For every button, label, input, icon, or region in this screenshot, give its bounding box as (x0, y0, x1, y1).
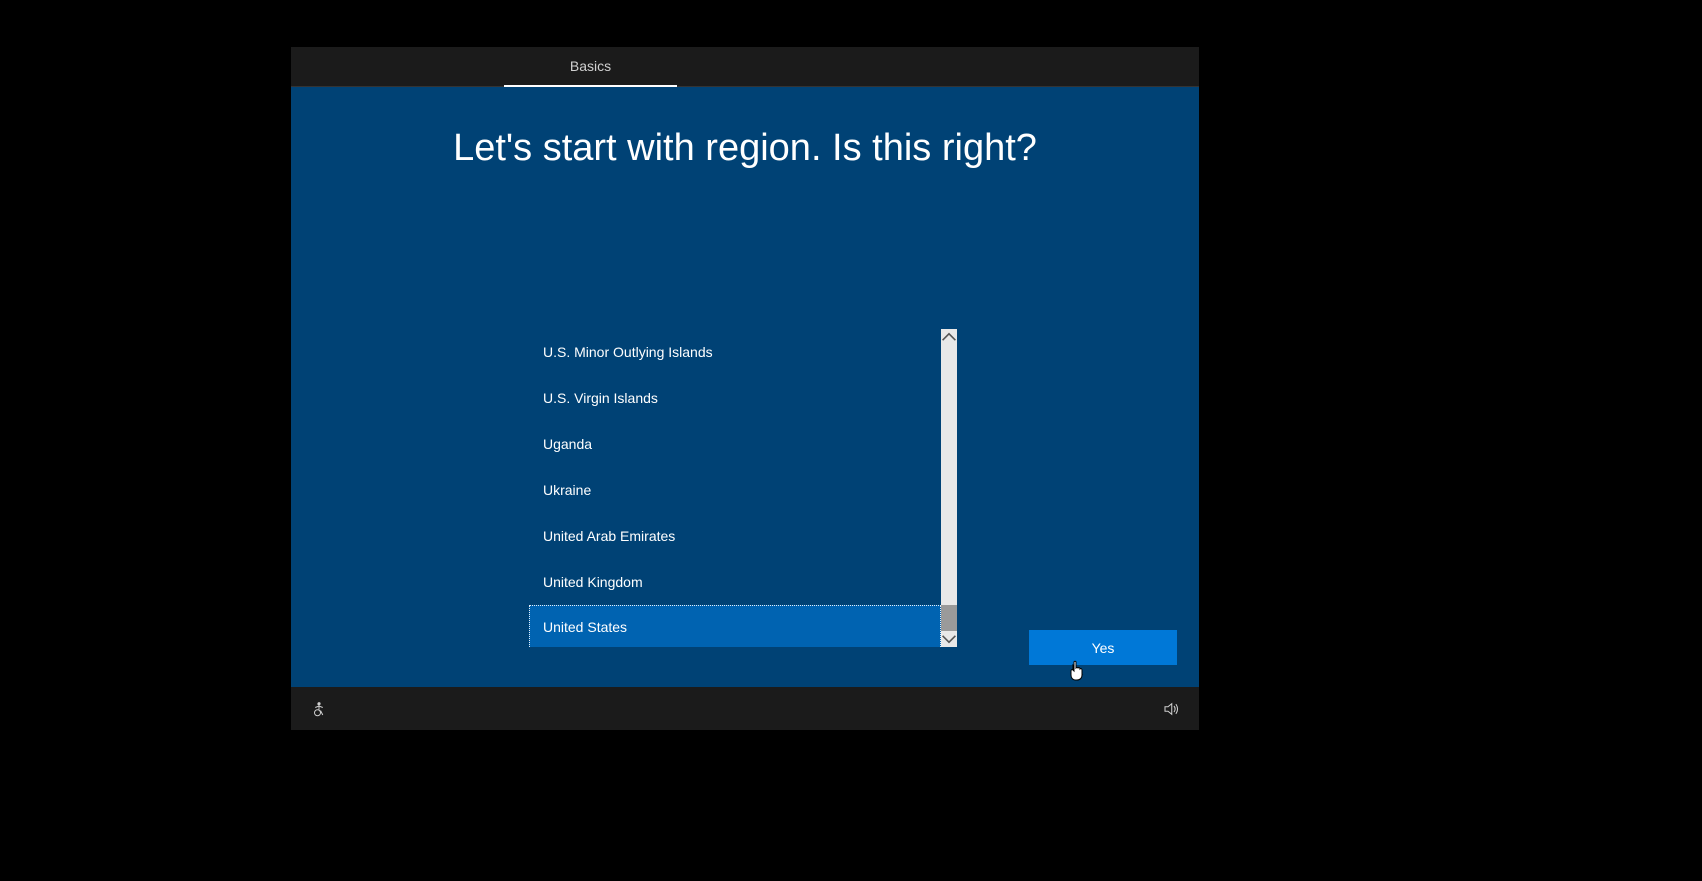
region-list-item-label: Uganda (543, 436, 592, 452)
region-list-item[interactable]: Uganda (529, 421, 941, 467)
region-list-items: U.S. Minor Outlying Islands U.S. Virgin I… (529, 329, 941, 647)
region-list-item-label: Ukraine (543, 482, 591, 498)
scrollbar-thumb[interactable] (941, 605, 957, 631)
content-area: Let's start with region. Is this right? … (291, 87, 1199, 687)
region-list-item[interactable]: United States (529, 605, 941, 647)
bottom-bar (291, 687, 1199, 730)
region-list-item-label: United Arab Emirates (543, 528, 675, 544)
region-list-item[interactable]: U.S. Minor Outlying Islands (529, 329, 941, 375)
tab-basics[interactable]: Basics (504, 47, 677, 87)
region-list-item[interactable]: U.S. Virgin Islands (529, 375, 941, 421)
tab-basics-label: Basics (570, 58, 611, 74)
yes-button-label: Yes (1092, 640, 1115, 656)
top-tab-bar: Basics (291, 47, 1199, 87)
accessibility-icon[interactable] (309, 699, 329, 719)
scrollbar[interactable] (941, 329, 957, 647)
page-title: Let's start with region. Is this right? (291, 127, 1199, 170)
region-list: U.S. Minor Outlying Islands U.S. Virgin I… (529, 329, 957, 647)
region-list-item[interactable]: Ukraine (529, 467, 941, 513)
region-list-item-label: United Kingdom (543, 574, 643, 590)
yes-button[interactable]: Yes (1029, 630, 1177, 665)
volume-icon[interactable] (1161, 699, 1181, 719)
oobe-window: Basics Let's start with region. Is this … (291, 47, 1199, 730)
region-list-item[interactable]: United Arab Emirates (529, 513, 941, 559)
region-list-item[interactable]: United Kingdom (529, 559, 941, 605)
scroll-up-arrow-icon[interactable] (941, 329, 957, 345)
region-list-item-label: U.S. Minor Outlying Islands (543, 344, 713, 360)
region-list-item-label: U.S. Virgin Islands (543, 390, 658, 406)
region-list-item-label: United States (543, 619, 627, 635)
scroll-down-arrow-icon[interactable] (941, 631, 957, 647)
